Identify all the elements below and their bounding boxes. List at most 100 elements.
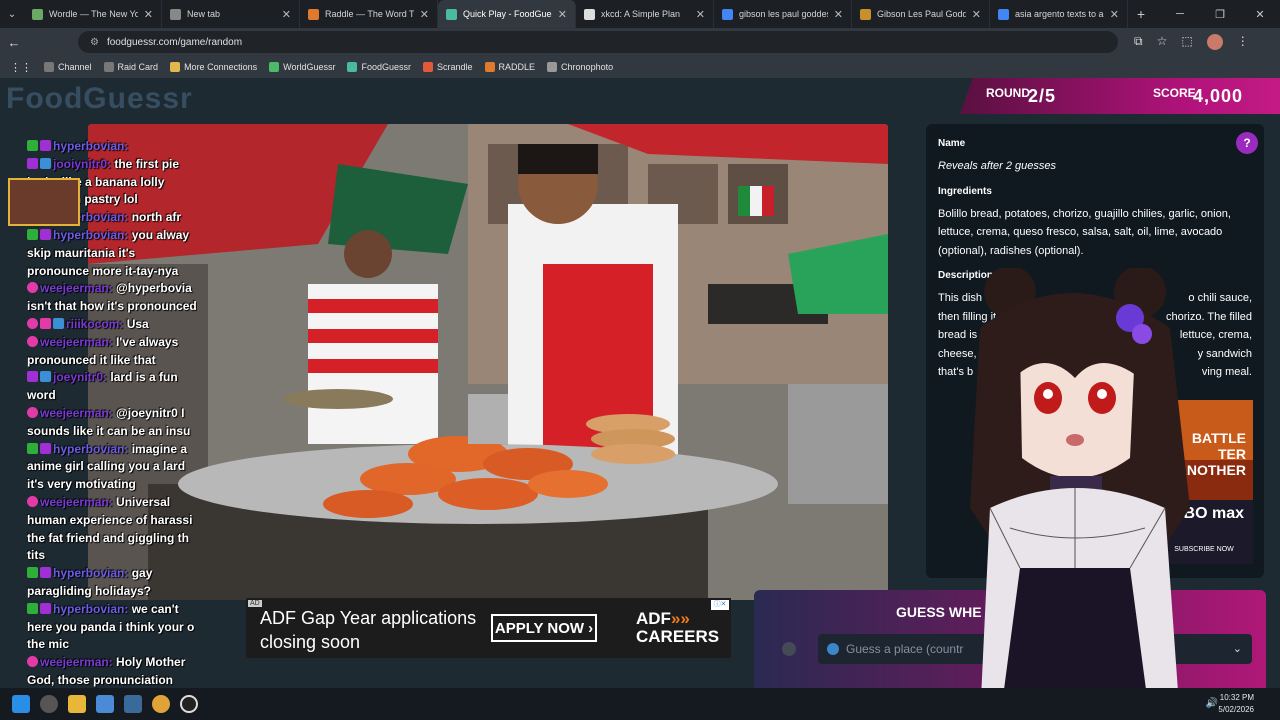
mod-badge-icon bbox=[27, 228, 38, 240]
photos-icon[interactable] bbox=[96, 695, 114, 713]
bookmark-item[interactable]: FoodGuessr bbox=[347, 62, 411, 72]
vip-badge-icon bbox=[40, 371, 51, 383]
heart-badge-icon bbox=[27, 317, 38, 329]
site-logo[interactable]: FoodGuessr bbox=[6, 82, 193, 116]
install-icon[interactable]: ⧉ bbox=[1134, 34, 1143, 50]
heart-badge-icon bbox=[27, 656, 38, 668]
bookmark-favicon-icon bbox=[547, 62, 558, 72]
maximize-button[interactable]: ❐ bbox=[1200, 0, 1240, 28]
browser-tab[interactable]: Wordle — The New York ✕ bbox=[24, 0, 162, 28]
close-window-button[interactable]: ✕ bbox=[1240, 0, 1280, 28]
adf-banner-ad[interactable]: AD ADF Gap Year applications closing soo… bbox=[246, 598, 731, 658]
minimize-button[interactable]: ─ bbox=[1160, 0, 1200, 28]
round-score-bar: ROUND 2/5 SCORE 4,000 bbox=[960, 78, 1280, 114]
apply-now-button[interactable]: APPLY NOW › bbox=[491, 614, 597, 642]
settings-icon[interactable] bbox=[40, 695, 58, 713]
tab-title: asia argento texts to anth bbox=[1015, 9, 1104, 19]
bookmark-favicon-icon bbox=[347, 62, 358, 72]
extensions-icon[interactable]: ⬚ bbox=[1181, 34, 1192, 50]
tab-search-button[interactable]: ⌄ bbox=[0, 0, 24, 28]
apps-grid-icon[interactable]: ⋮⋮ bbox=[10, 61, 32, 74]
vtube-studio-icon[interactable] bbox=[124, 695, 142, 713]
bookmark-item[interactable]: Channel bbox=[44, 62, 92, 72]
chat-username[interactable]: weejeerman: bbox=[40, 655, 113, 669]
bookmark-item[interactable]: Chronophoto bbox=[547, 62, 613, 72]
bookmark-item[interactable]: RADDLE bbox=[484, 62, 536, 72]
score-value: 4,000 bbox=[1193, 86, 1244, 106]
windows-taskbar: 🔊 10:32 PM 5/02/2026 bbox=[0, 688, 1280, 720]
bookmark-label: More Connections bbox=[184, 62, 258, 72]
bookmark-item[interactable]: WorldGuessr bbox=[269, 62, 335, 72]
browser-tab[interactable]: asia argento texts to anth ✕ bbox=[990, 0, 1128, 28]
clock-time: 10:32 PM bbox=[1219, 693, 1254, 702]
tab-title: Wordle — The New York bbox=[49, 9, 138, 19]
chat-username[interactable]: weejeerman: bbox=[40, 281, 113, 295]
url-text: foodguessr.com/game/random bbox=[106, 36, 243, 48]
bookmark-item[interactable]: Scrandle bbox=[423, 62, 473, 72]
obs-icon[interactable] bbox=[180, 695, 198, 713]
tab-title: New tab bbox=[187, 9, 221, 19]
chat-username[interactable]: hyperbovian: bbox=[53, 139, 128, 153]
mod-badge-icon bbox=[27, 442, 38, 454]
chevron-down-icon[interactable]: ⌄ bbox=[1233, 642, 1242, 655]
browser-tab[interactable]: xkcd: A Simple Plan ✕ bbox=[576, 0, 714, 28]
volume-icon[interactable]: 🔊 bbox=[1206, 698, 1218, 709]
guess-placeholder: Guess a place (countr bbox=[846, 642, 964, 656]
chat-message: weejeerman: @hyperbovia isn't that how i… bbox=[27, 280, 197, 316]
tab-close-icon[interactable]: ✕ bbox=[420, 8, 429, 21]
windows-start-icon[interactable] bbox=[12, 695, 30, 713]
tab-favicon-icon bbox=[998, 8, 1009, 20]
chat-username[interactable]: riiikocom: bbox=[66, 317, 123, 331]
bookmark-item[interactable]: Raid Card bbox=[103, 62, 158, 72]
clock[interactable]: 10:32 PM 5/02/2026 bbox=[1218, 692, 1254, 716]
chat-username[interactable]: hyperbovian: bbox=[53, 228, 128, 242]
new-tab-button[interactable]: + bbox=[1128, 6, 1154, 22]
apply-now-label: APPLY NOW bbox=[494, 619, 585, 637]
tab-close-icon[interactable]: ✕ bbox=[144, 8, 153, 21]
clock-date: 5/02/2026 bbox=[1218, 705, 1254, 714]
browser-tab[interactable]: New tab ✕ bbox=[162, 0, 300, 28]
bookmark-item[interactable]: More Connections bbox=[170, 62, 257, 72]
tab-close-icon[interactable]: ✕ bbox=[834, 8, 843, 21]
ingredients-heading: Ingredients bbox=[938, 185, 992, 197]
bookmark-favicon-icon bbox=[484, 62, 495, 72]
ad-close-icon[interactable]: ⓘ✕ bbox=[711, 600, 729, 610]
adf-brand: ADF bbox=[636, 609, 671, 628]
chat-username[interactable]: weejeerman: bbox=[40, 495, 113, 509]
bookmark-star-icon[interactable]: ☆ bbox=[1157, 34, 1168, 50]
bookmark-favicon-icon bbox=[269, 62, 280, 72]
tab-favicon-icon bbox=[170, 8, 181, 20]
chat-username[interactable]: joeynitr0: bbox=[53, 370, 107, 384]
tab-close-icon[interactable]: ✕ bbox=[696, 8, 705, 21]
tab-close-icon[interactable]: ✕ bbox=[558, 8, 567, 21]
chat-message: hyperbovian: we can't here you panda i t… bbox=[27, 601, 197, 654]
chat-message: hyperbovian: bbox=[27, 138, 197, 156]
bookmark-label: Chronophoto bbox=[561, 62, 614, 72]
site-info-icon[interactable]: ⚙ bbox=[90, 37, 99, 48]
bookmark-label: RADDLE bbox=[498, 62, 536, 72]
chat-username[interactable]: weejeerman: bbox=[40, 406, 113, 420]
browser-tab[interactable]: gibson les paul goddess ✕ bbox=[714, 0, 852, 28]
tab-favicon-icon bbox=[722, 8, 733, 20]
file-explorer-icon[interactable] bbox=[68, 695, 86, 713]
tab-close-icon[interactable]: ✕ bbox=[1110, 8, 1119, 21]
help-icon[interactable]: ? bbox=[1236, 132, 1258, 154]
chat-text: north afr bbox=[131, 210, 182, 225]
back-icon[interactable]: ← bbox=[0, 35, 28, 50]
chat-username[interactable]: hyperbovian: bbox=[53, 602, 128, 616]
tab-close-icon[interactable]: ✕ bbox=[972, 8, 981, 21]
menu-icon[interactable]: ⋮ bbox=[1237, 34, 1249, 50]
tab-close-icon[interactable]: ✕ bbox=[282, 8, 291, 21]
chrome-icon[interactable] bbox=[152, 695, 170, 713]
chat-username[interactable]: weejeerman: bbox=[40, 335, 113, 349]
tab-strip: ⌄ Wordle — The New York ✕ New tab ✕ Raddle —… bbox=[0, 0, 1280, 28]
chat-username[interactable]: hyperbovian: bbox=[53, 566, 128, 580]
browser-tab[interactable]: Gibson Les Paul Goddess ✕ bbox=[852, 0, 990, 28]
bookmark-favicon-icon bbox=[423, 62, 433, 72]
chat-username[interactable]: hyperbovian: bbox=[53, 442, 128, 456]
address-bar[interactable]: ⚙ foodguessr.com/game/random bbox=[78, 31, 1118, 53]
chat-username[interactable]: jooiynitr0: bbox=[53, 157, 111, 171]
profile-avatar[interactable] bbox=[1206, 34, 1223, 50]
browser-tab[interactable]: Quick Play - FoodGuessr ✕ bbox=[438, 0, 576, 28]
browser-tab[interactable]: Raddle — The Word Trans ✕ bbox=[300, 0, 438, 28]
